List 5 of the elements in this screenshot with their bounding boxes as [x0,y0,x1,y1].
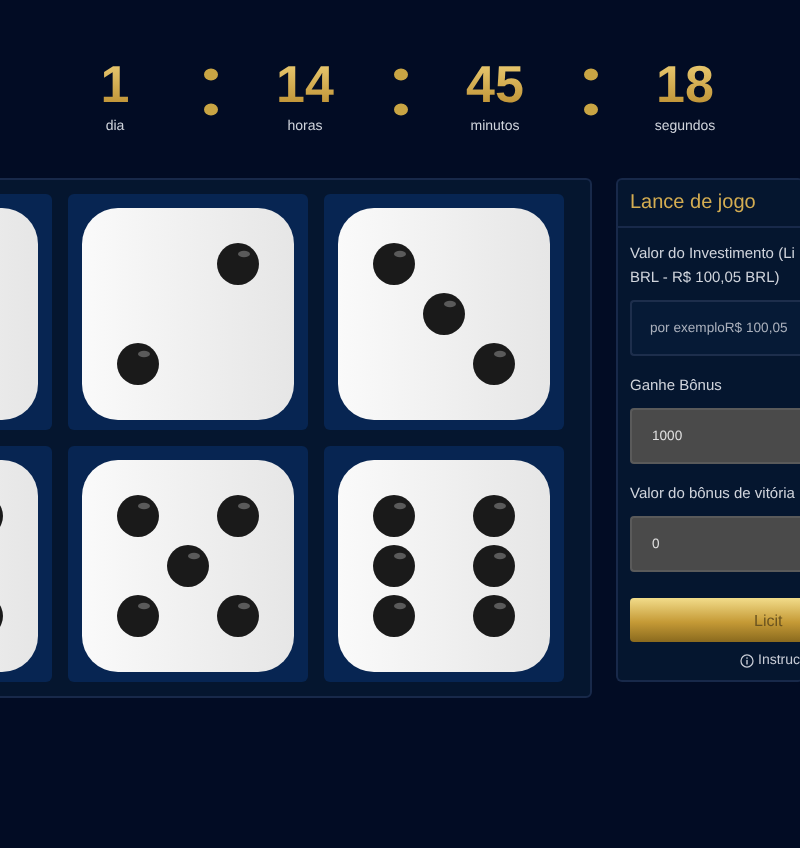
colon-separator-icon [583,64,597,120]
colon-separator-icon [393,64,407,120]
info-icon [740,654,754,668]
panel-title: Lance de jogo [618,180,800,228]
colon-separator-icon [203,64,217,120]
